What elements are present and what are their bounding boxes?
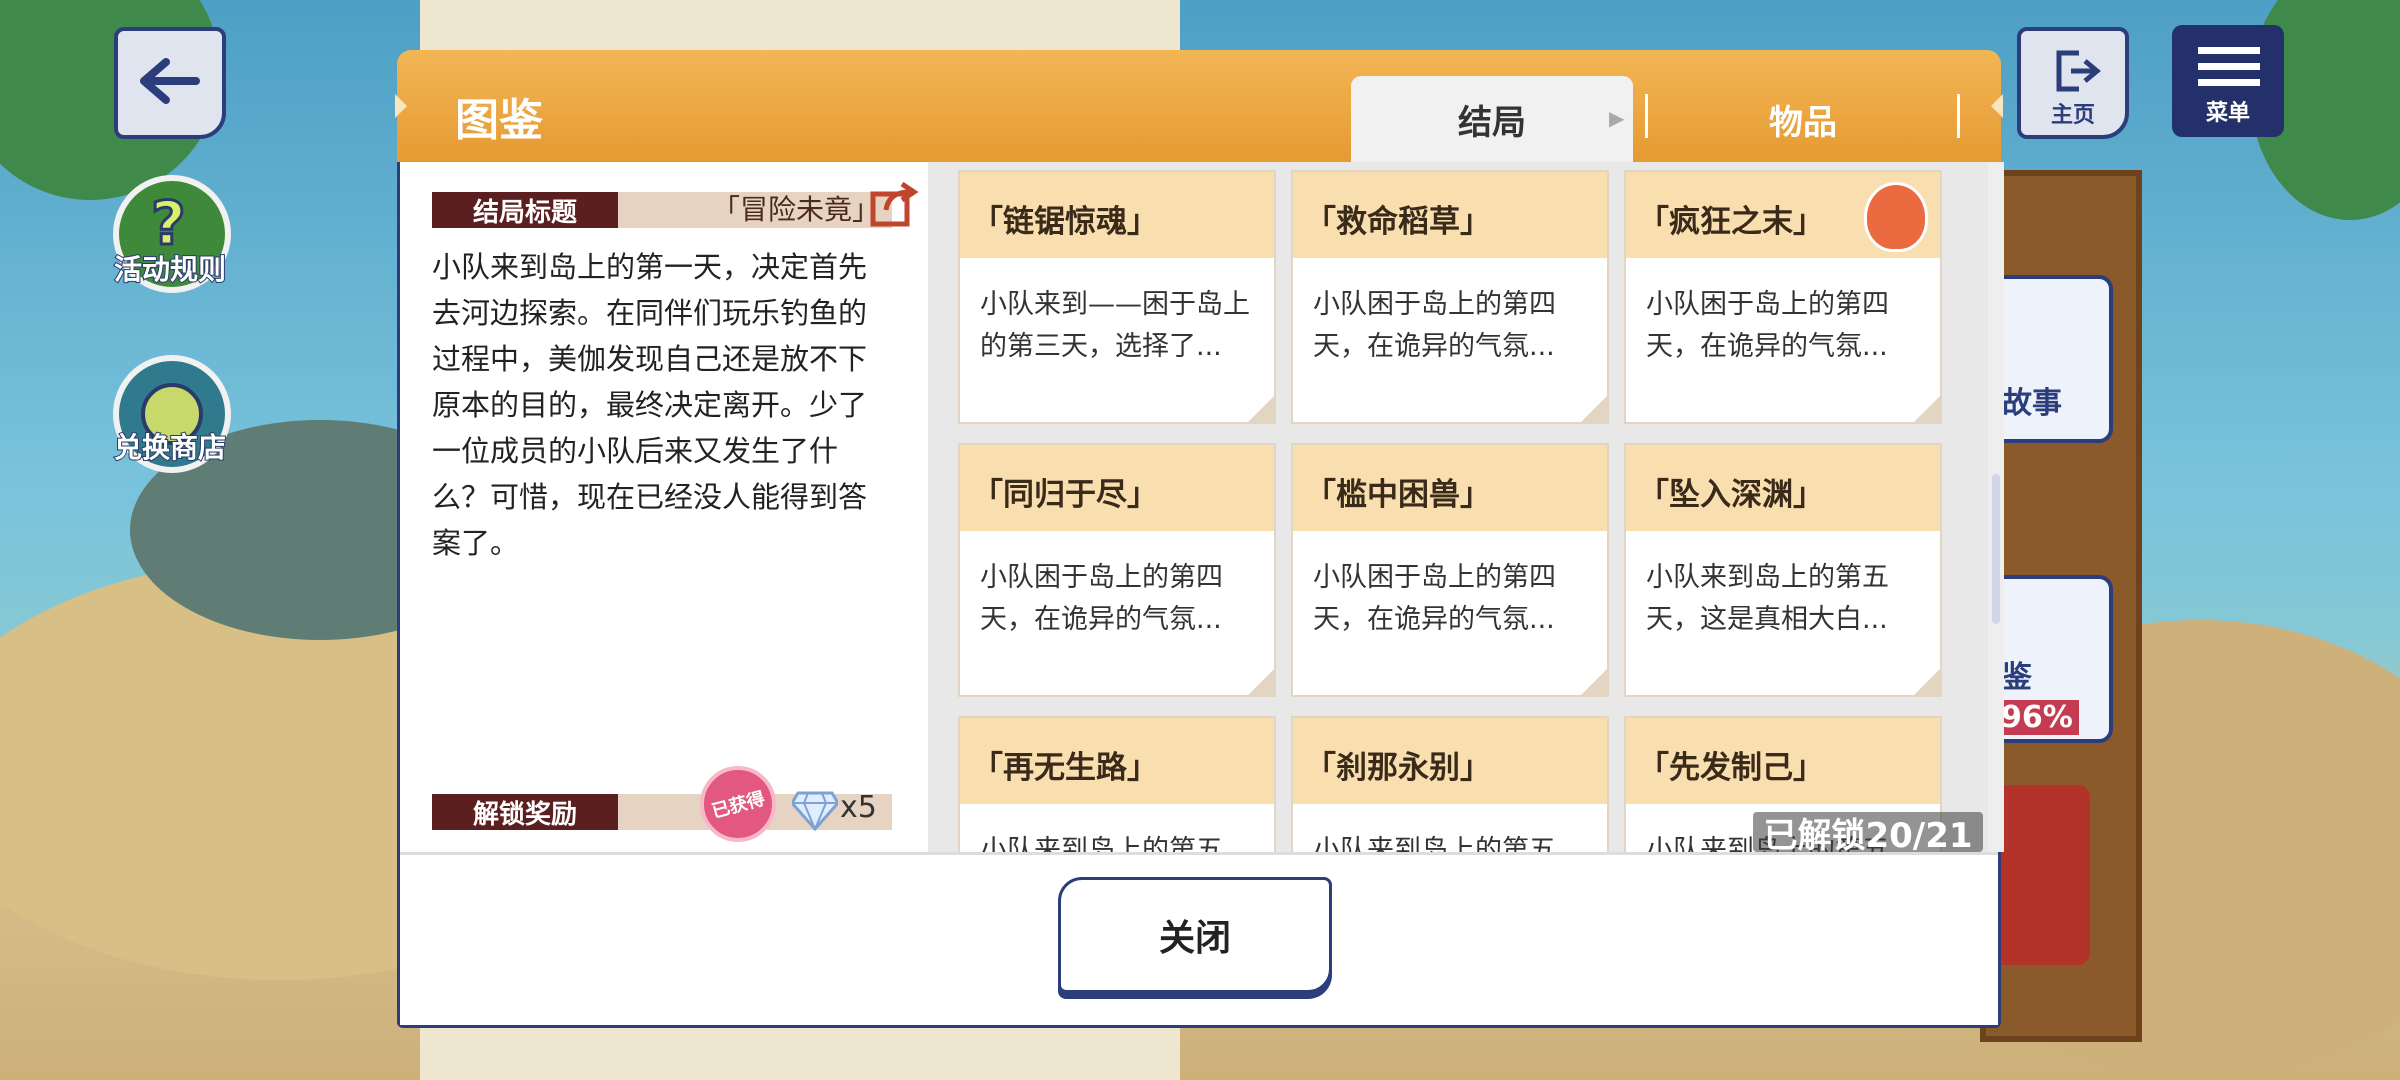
ending-card[interactable]: 「链锯惊魂」 小队来到——困于岛上的第三天，选择了... (958, 170, 1276, 424)
tab-endings[interactable]: 结局 (1351, 76, 1633, 162)
ending-card-title: 「链锯惊魂」 (972, 204, 1158, 240)
menu-label: 菜单 (2205, 101, 2250, 126)
endings-grid: 「链锯惊魂」 小队来到——困于岛上的第三天，选择了... 「救命稻草」 小队困于… (928, 162, 1988, 852)
grid-scrollbar[interactable] (1988, 162, 2004, 852)
reward-count: x5 (840, 790, 877, 825)
scroll-thumb[interactable] (1992, 474, 2000, 624)
card-fold (1581, 396, 1607, 422)
ending-title-tag: 结局标题 (432, 192, 618, 228)
ending-card-title: 「槛中困兽」 (1305, 477, 1491, 513)
ending-card-desc: 小队来到岛上的第五天，这是真相大白... (1646, 562, 1889, 635)
ending-card-desc: 小队来到——困于岛上的第三天，选择了... (980, 289, 1250, 362)
ending-card[interactable]: 「救命稻草」 小队困于岛上的第四天，在诡异的气氛... (1291, 170, 1609, 424)
ending-card-title: 「同归于尽」 (972, 477, 1158, 513)
ending-card-desc: 小队困于岛上的第四天，在诡异的气氛... (1646, 289, 1889, 362)
tab-endings-label: 结局 (1458, 102, 1526, 143)
obtained-stamp: 已获得 (700, 766, 776, 842)
tab-items[interactable]: 物品 (1653, 76, 1953, 162)
ending-card[interactable]: 「刹那永别」 小队来到岛上的第五 (1291, 716, 1609, 852)
guide-label[interactable]: 鉴 (2002, 652, 2032, 696)
close-button[interactable]: 关闭 (1058, 877, 1332, 993)
card-fold (1581, 669, 1607, 695)
modal-title: 图鉴 (455, 95, 543, 146)
back-button[interactable] (114, 27, 226, 139)
card-fold (1914, 396, 1940, 422)
ending-detail-pane: 结局标题 「冒险未竟」 小队来到岛上的第一天，决定首先去河边探索。在同伴们玩乐钓… (400, 162, 928, 852)
home-label: 主页 (2050, 103, 2095, 128)
close-button-label: 关闭 (1158, 918, 1231, 959)
arrow-left-icon (140, 58, 200, 108)
character-avatar (1864, 182, 1928, 252)
ending-card-desc: 小队困于岛上的第四天，在诡异的气氛... (980, 562, 1223, 635)
modal-header: 图鉴 ◀ 结局 ▶ 物品 (395, 50, 2003, 162)
modal-body: 结局标题 「冒险未竟」 小队来到岛上的第一天，决定首先去河边探索。在同伴们玩乐钓… (397, 162, 2004, 1028)
home-button[interactable]: 主页 (2017, 27, 2129, 139)
card-fold (1914, 669, 1940, 695)
ending-card-title: 「救命稻草」 (1305, 204, 1491, 240)
unlock-reward-tag: 解锁奖励 (432, 794, 618, 830)
ending-card[interactable]: 「同归于尽」 小队困于岛上的第四天，在诡异的气氛... (958, 443, 1276, 697)
exit-icon (2051, 49, 2101, 97)
ending-card-title: 「刹那永别」 (1305, 750, 1491, 786)
ending-card-title: 「再无生路」 (972, 750, 1158, 786)
ending-card[interactable]: 「再无生路」 小队来到岛上的第五 (958, 716, 1276, 852)
activity-rules-label: 活动规则 (113, 252, 227, 287)
ending-card-desc: 小队来到岛上的第五 (1313, 835, 1556, 852)
unlock-progress-badge: 已解锁20/21 (1753, 812, 1983, 856)
tab-right-arrow-icon: ▶ (1609, 106, 1625, 130)
ending-title-value: 「冒险未竟」 (711, 193, 880, 226)
unlock-progress-text: 已解锁20/21 (1763, 815, 1973, 856)
ending-card-title: 「坠入深渊」 (1638, 477, 1824, 513)
diamond-icon (790, 787, 840, 835)
ending-card[interactable]: 「疯狂之末」 小队困于岛上的第四天，在诡异的气氛... (1624, 170, 1942, 424)
ending-card-title: 「疯狂之末」 (1638, 204, 1824, 240)
ending-card-title: 「先发制己」 (1638, 750, 1824, 786)
guide-progress: 96% (1995, 700, 2079, 735)
tab-items-label: 物品 (1769, 102, 1837, 143)
tab-divider (1957, 94, 1960, 138)
story-label[interactable]: 故事 (2002, 378, 2062, 422)
card-fold (1248, 396, 1274, 422)
obtained-stamp-text: 已获得 (709, 788, 768, 823)
share-icon[interactable] (870, 180, 920, 232)
ending-card[interactable]: 「槛中困兽」 小队困于岛上的第四天，在诡异的气氛... (1291, 443, 1609, 697)
exchange-shop-label: 兑换商店 (113, 430, 227, 465)
ending-title-row: 结局标题 「冒险未竟」 (432, 192, 892, 228)
card-fold (1248, 669, 1274, 695)
ending-description: 小队来到岛上的第一天，决定首先去河边探索。在同伴们玩乐钓鱼的过程中，美伽发现自己… (432, 250, 868, 560)
menu-button[interactable]: 菜单 (2172, 25, 2284, 137)
ending-card-desc: 小队来到岛上的第五 (980, 835, 1223, 852)
hamburger-icon (2198, 47, 2260, 91)
collection-modal: 图鉴 ◀ 结局 ▶ 物品 结局标题 「冒险未竟」 小队来到岛上的第一天，决定首先… (395, 50, 2004, 1028)
ending-card[interactable]: 「坠入深渊」 小队来到岛上的第五天，这是真相大白... (1624, 443, 1942, 697)
tab-divider (1645, 94, 1648, 138)
modal-footer: 关闭 (400, 852, 1998, 1025)
ending-card-desc: 小队困于岛上的第四天，在诡异的气氛... (1313, 562, 1556, 635)
ending-card-desc: 小队困于岛上的第四天，在诡异的气氛... (1313, 289, 1556, 362)
